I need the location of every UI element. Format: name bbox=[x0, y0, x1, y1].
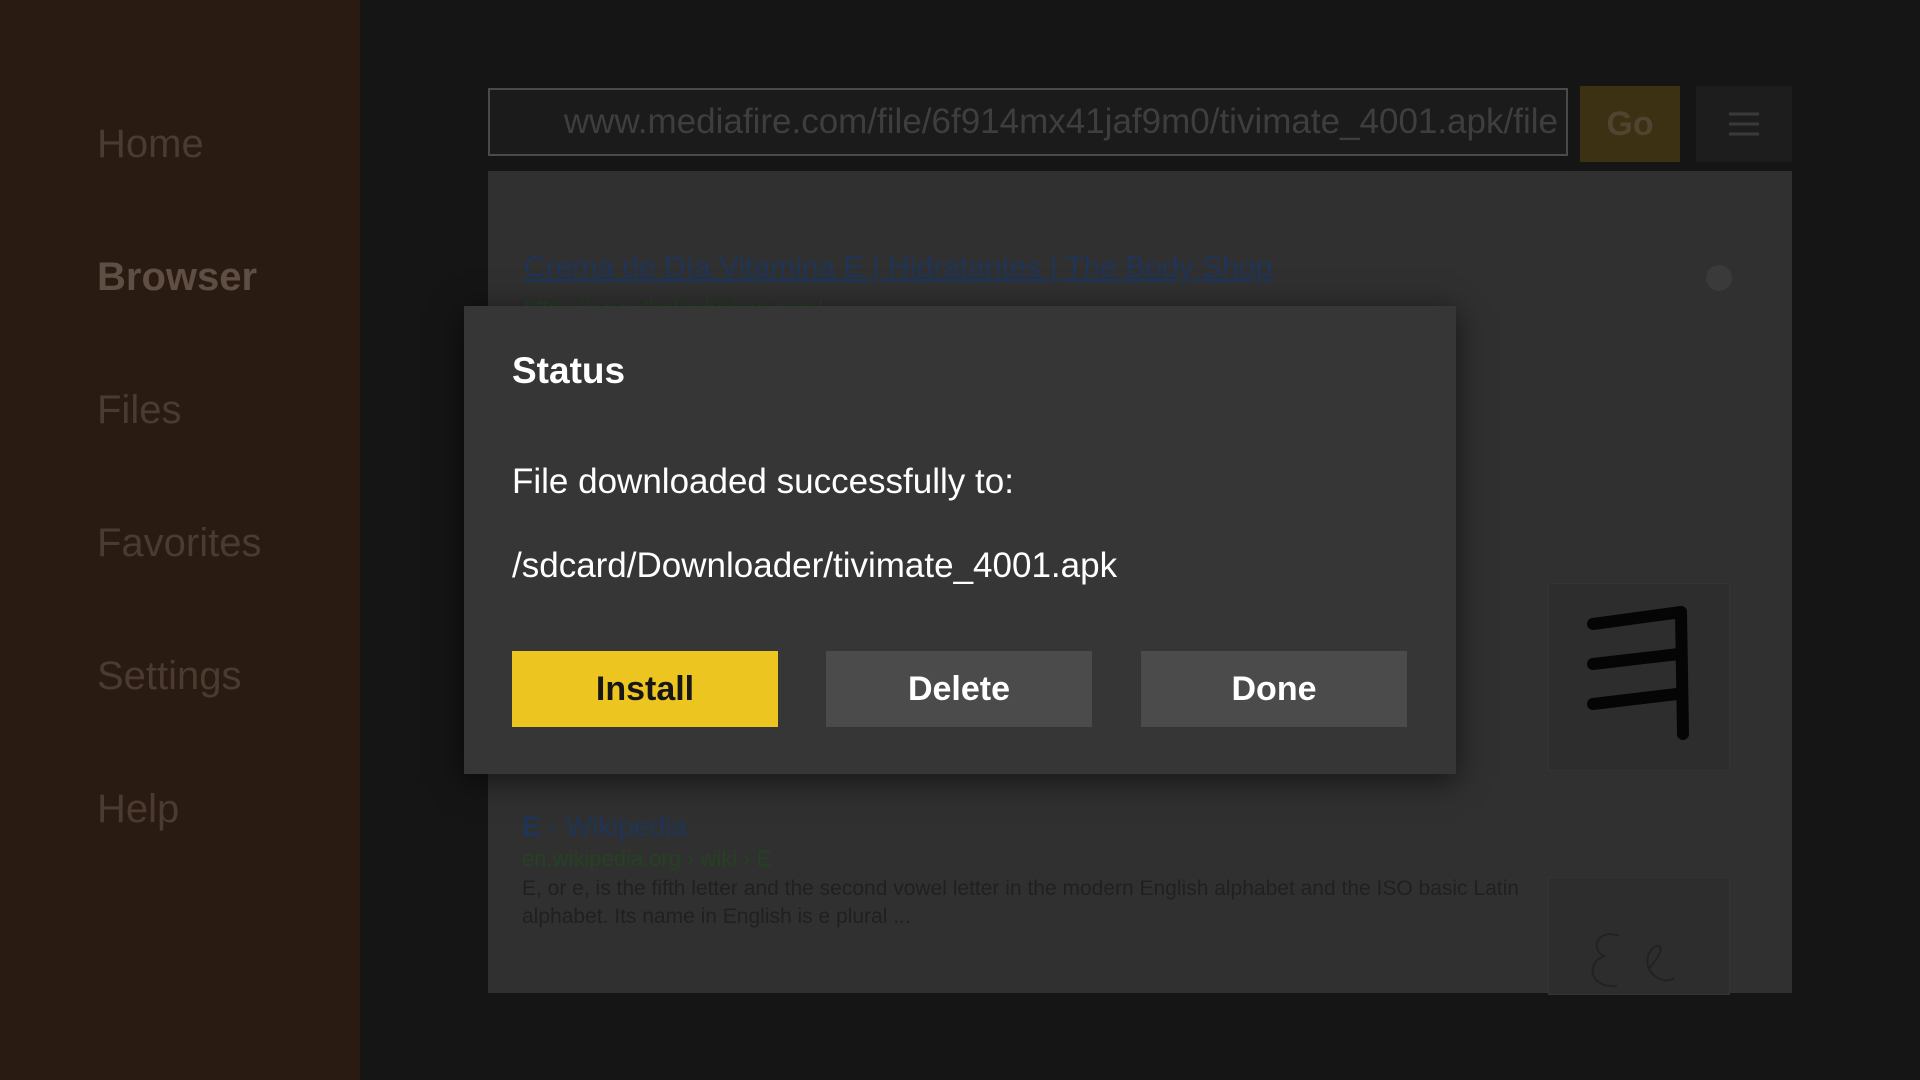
sidebar-item-help[interactable]: Help bbox=[97, 787, 179, 832]
delete-button[interactable]: Delete bbox=[826, 651, 1092, 727]
wikipedia-result-title[interactable]: E - Wikipedia bbox=[522, 811, 687, 843]
sidebar: Home Browser Files Favorites Settings He… bbox=[0, 0, 360, 1080]
result-thumbnail[interactable] bbox=[1548, 583, 1730, 771]
sidebar-item-settings[interactable]: Settings bbox=[97, 654, 242, 699]
wikipedia-result-snippet: E, or e, is the fifth letter and the sec… bbox=[522, 877, 1519, 928]
status-dialog: Status File downloaded successfully to: … bbox=[464, 306, 1456, 774]
download-path: /sdcard/Downloader/tivimate_4001.apk bbox=[512, 546, 1118, 585]
info-icon[interactable] bbox=[1706, 265, 1732, 291]
sidebar-item-browser[interactable]: Browser bbox=[97, 255, 257, 300]
go-button[interactable]: Go bbox=[1580, 86, 1680, 162]
cursive-e-image bbox=[1591, 933, 1675, 988]
done-button[interactable]: Done bbox=[1141, 651, 1407, 727]
dialog-title: Status bbox=[512, 350, 626, 391]
url-input[interactable]: www.mediafire.com/file/6f914mx41jaf9m0/t… bbox=[488, 88, 1568, 156]
result-thumbnail-2[interactable] bbox=[1548, 877, 1730, 995]
url-text: www.mediafire.com/file/6f914mx41jaf9m0/t… bbox=[563, 102, 1558, 141]
install-button[interactable]: Install bbox=[512, 651, 778, 727]
hamburger-menu-icon bbox=[1729, 112, 1759, 136]
dialog-message: File downloaded successfully to: bbox=[512, 462, 1014, 501]
sidebar-item-files[interactable]: Files bbox=[97, 388, 181, 433]
menu-button[interactable] bbox=[1696, 86, 1792, 162]
sidebar-item-home[interactable]: Home bbox=[97, 122, 204, 167]
sidebar-item-favorites[interactable]: Favorites bbox=[97, 521, 262, 566]
result-title-link[interactable]: Crema de Día Vitamina E | Hidratantes | … bbox=[524, 251, 1272, 285]
letter-e-glyph-image bbox=[1587, 606, 1689, 740]
wikipedia-result-url: en.wikipedia.org › wiki › E bbox=[522, 846, 772, 871]
